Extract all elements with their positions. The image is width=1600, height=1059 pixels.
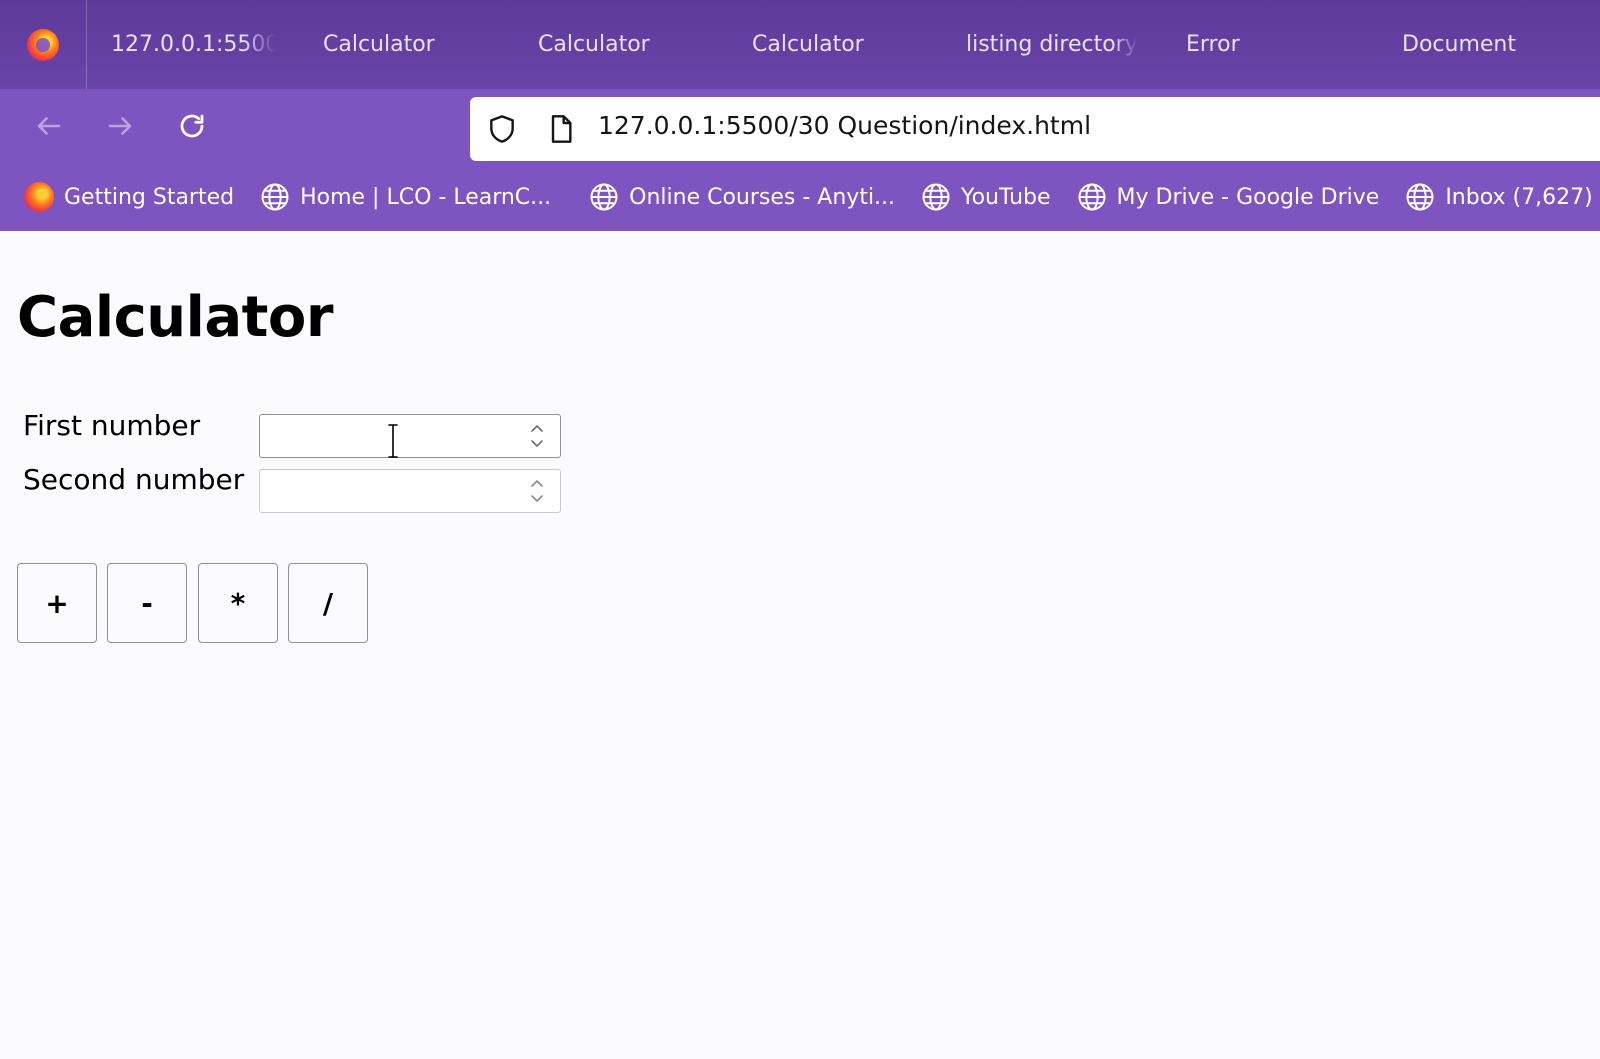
- tab-calculator-2[interactable]: Calculator: [514, 0, 728, 89]
- bookmark-google-drive[interactable]: My Drive - Google Drive: [1051, 163, 1379, 231]
- address-bar[interactable]: 127.0.0.1:5500/30 Question/index.html: [470, 97, 1600, 161]
- text-cursor-icon: [388, 424, 398, 458]
- tab-listing-directory[interactable]: listing directory: [942, 0, 1162, 89]
- spin-arrows-icon[interactable]: [528, 475, 546, 507]
- second-number-field[interactable]: [260, 470, 520, 511]
- firefox-icon: [24, 182, 54, 212]
- globe-icon: [1077, 182, 1107, 212]
- reload-button[interactable]: [170, 104, 214, 148]
- bookmark-online-courses[interactable]: Online Courses - Anyti...: [551, 163, 895, 231]
- firefox-menu[interactable]: [0, 0, 87, 89]
- first-number-input[interactable]: [259, 414, 561, 458]
- arrow-right-icon: [108, 117, 132, 135]
- navigation-toolbar: 127.0.0.1:5500/30 Question/index.html: [0, 89, 1600, 163]
- tab-calculator-3[interactable]: Calculator: [728, 0, 942, 89]
- tab-calculator-1[interactable]: Calculator: [299, 0, 514, 89]
- bookmark-lco[interactable]: Home | LCO - LearnC...: [234, 163, 551, 231]
- bookmark-youtube[interactable]: YouTube: [895, 163, 1051, 231]
- bookmark-getting-started[interactable]: Getting Started: [0, 163, 234, 231]
- bookmarks-toolbar: Getting Started Home | LCO - LearnC... O…: [0, 163, 1600, 231]
- bookmark-inbox[interactable]: Inbox (7,627) - h: [1379, 163, 1600, 231]
- shield-icon[interactable]: [486, 113, 518, 145]
- second-number-label: Second number: [23, 463, 245, 496]
- tab-active[interactable]: 127.0.0.1:5500/30 Question/index.html: [87, 0, 299, 89]
- first-number-label: First number: [23, 409, 201, 442]
- page-icon[interactable]: [545, 113, 577, 145]
- tab-error[interactable]: Error: [1162, 0, 1378, 89]
- globe-icon: [1405, 182, 1435, 212]
- reload-icon: [180, 114, 204, 138]
- back-button[interactable]: [27, 104, 71, 148]
- globe-icon: [589, 182, 619, 212]
- tab-document[interactable]: Document: [1378, 0, 1578, 89]
- arrow-left-icon: [37, 117, 61, 135]
- globe-icon: [921, 182, 951, 212]
- firefox-icon: [27, 28, 59, 61]
- page-content: Calculator First number Second number + …: [0, 231, 1600, 1059]
- second-number-input[interactable]: [259, 469, 561, 513]
- tab-strip: 127.0.0.1:5500/30 Question/index.html Ca…: [0, 0, 1600, 89]
- forward-button[interactable]: [98, 104, 142, 148]
- url-text[interactable]: 127.0.0.1:5500/30 Question/index.html: [598, 111, 1091, 140]
- add-button[interactable]: +: [17, 563, 97, 643]
- multiply-button[interactable]: *: [198, 563, 278, 643]
- divide-button[interactable]: /: [288, 563, 368, 643]
- subtract-button[interactable]: -: [107, 563, 187, 643]
- spin-arrows-icon[interactable]: [528, 420, 546, 452]
- page-title: Calculator: [17, 285, 334, 350]
- globe-icon: [260, 182, 290, 212]
